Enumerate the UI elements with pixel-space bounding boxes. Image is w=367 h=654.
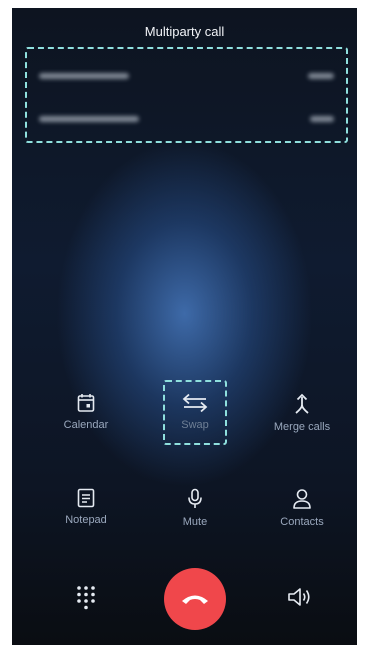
person-icon <box>293 489 311 509</box>
contacts-label: Contacts <box>280 516 324 528</box>
call-status-blurred <box>310 116 334 122</box>
calendar-icon <box>77 394 95 412</box>
merge-calls-button[interactable]: Merge calls <box>252 393 352 433</box>
mute-label: Mute <box>182 516 208 528</box>
call-row[interactable] <box>27 104 346 134</box>
calendar-button[interactable]: Calendar <box>36 393 136 431</box>
mute-button[interactable]: Mute <box>145 488 245 528</box>
speaker-icon <box>288 588 310 606</box>
call-number-blurred <box>39 73 129 79</box>
end-call-button[interactable] <box>164 568 226 630</box>
speaker-button[interactable] <box>287 586 313 608</box>
dialpad-button[interactable] <box>76 585 100 610</box>
contacts-button[interactable]: Contacts <box>252 488 352 528</box>
call-screen: Multiparty call Calendar Swap Merge call… <box>12 8 357 645</box>
microphone-icon <box>188 488 202 508</box>
merge-icon <box>295 393 309 414</box>
dialpad-icon <box>77 586 95 610</box>
notepad-label: Notepad <box>65 514 107 526</box>
call-status-blurred <box>308 73 334 79</box>
call-number-blurred <box>39 116 139 122</box>
notepad-icon <box>77 488 95 508</box>
page-title: Multiparty call <box>144 24 225 39</box>
merge-calls-label: Merge calls <box>273 421 331 433</box>
swap-highlight <box>163 380 227 445</box>
call-row[interactable] <box>27 61 346 91</box>
call-list-highlight <box>25 47 348 143</box>
end-call-icon <box>182 595 208 604</box>
calendar-label: Calendar <box>63 419 109 431</box>
notepad-button[interactable]: Notepad <box>36 488 136 526</box>
